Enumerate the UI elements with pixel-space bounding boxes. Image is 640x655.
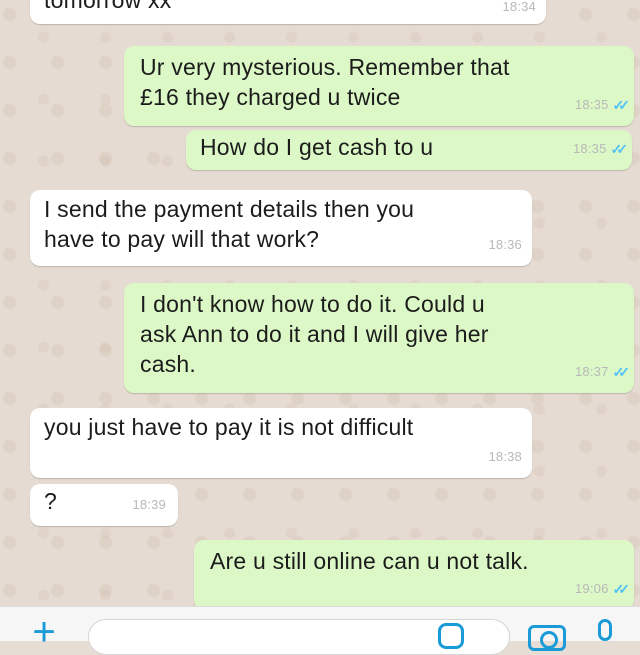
message-input-bar: +	[0, 606, 640, 655]
plus-icon[interactable]: +	[26, 612, 62, 652]
message-bubble-outgoing[interactable]: I don't know how to do it. Could u ask A…	[124, 283, 634, 393]
read-receipt-icon: ✓✓	[610, 141, 629, 157]
message-time: 18:35	[572, 141, 607, 156]
message-text: tomorrow xx	[44, 0, 172, 13]
message-meta: 18:35 ✓✓	[574, 90, 631, 120]
message-text: I send the payment details then you have…	[44, 196, 415, 252]
message-meta: 18:34	[502, 0, 536, 22]
message-text: Ur very mysterious. Remember that £16 th…	[140, 54, 510, 110]
message-time: 18:39	[132, 497, 166, 512]
message-bubble-outgoing[interactable]: Ur very mysterious. Remember that £16 th…	[124, 46, 634, 126]
message-bubble-incoming[interactable]: tomorrow xx 18:34	[30, 0, 546, 24]
message-meta: 19:06 ✓✓	[574, 574, 631, 604]
message-meta: 18:39	[132, 490, 166, 520]
message-text: you just have to pay it is not difficult	[44, 414, 414, 440]
message-bubble-outgoing[interactable]: Are u still online can u not talk. 19:06…	[194, 540, 634, 610]
message-bubble-incoming[interactable]: ? 18:39	[30, 484, 178, 526]
message-text: I don't know how to do it. Could u ask A…	[140, 291, 489, 377]
read-receipt-icon: ✓✓	[612, 364, 631, 380]
message-meta: 18:37 ✓✓	[574, 357, 631, 387]
read-receipt-icon: ✓✓	[612, 581, 631, 597]
message-time: 18:34	[502, 0, 536, 14]
message-bubble-incoming[interactable]: you just have to pay it is not difficult…	[30, 408, 532, 478]
message-time: 18:38	[488, 449, 522, 464]
message-text: Are u still online can u not talk.	[210, 548, 529, 574]
message-meta: 18:36	[488, 230, 522, 260]
microphone-icon[interactable]	[598, 619, 612, 641]
sticker-icon[interactable]	[438, 623, 464, 649]
message-time: 19:06	[574, 581, 609, 596]
message-time: 18:36	[488, 237, 522, 252]
message-meta: 18:38	[488, 442, 522, 472]
message-bubble-incoming[interactable]: I send the payment details then you have…	[30, 190, 532, 266]
message-bubble-outgoing[interactable]: How do I get cash to u 18:35 ✓✓	[186, 130, 632, 170]
message-time: 18:35	[574, 97, 609, 112]
message-time: 18:37	[574, 364, 609, 379]
camera-icon[interactable]	[528, 625, 566, 651]
message-meta: 18:35 ✓✓	[572, 134, 629, 164]
message-text: How do I get cash to u	[200, 134, 434, 160]
read-receipt-icon: ✓✓	[612, 97, 631, 113]
